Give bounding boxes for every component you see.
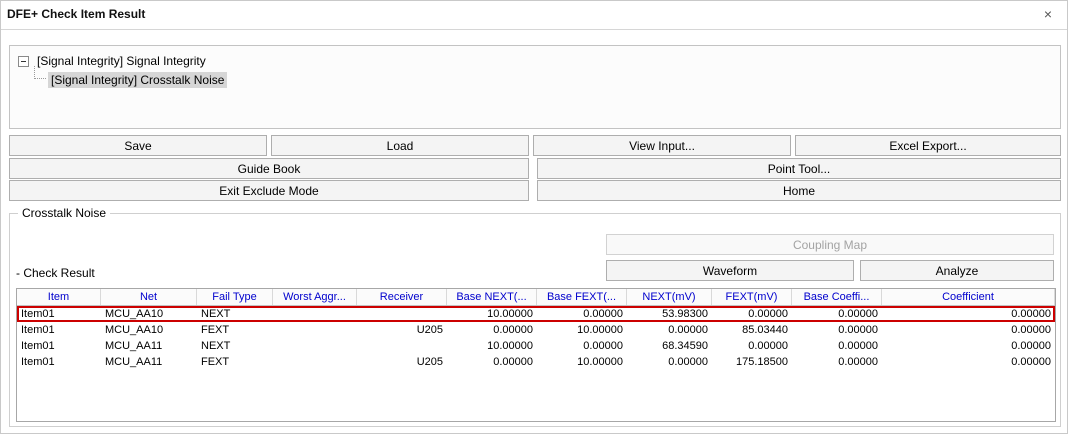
close-button[interactable]: × (1039, 5, 1057, 23)
column-header[interactable]: Fail Type (197, 289, 273, 305)
window-title: DFE+ Check Item Result (7, 7, 145, 21)
analyze-button[interactable]: Analyze (860, 260, 1054, 281)
collapse-icon[interactable] (18, 56, 29, 67)
column-header[interactable]: Base FEXT(... (537, 289, 627, 305)
table-cell: U205 (357, 322, 447, 338)
table-cell: 85.03440 (712, 322, 792, 338)
table-cell: MCU_AA11 (101, 354, 197, 370)
column-header[interactable]: Coefficient (882, 289, 1055, 305)
crosstalk-noise-group: Crosstalk Noise Coupling Map Waveform An… (9, 213, 1061, 427)
home-button[interactable]: Home (537, 180, 1061, 201)
exit-exclude-mode-button[interactable]: Exit Exclude Mode (9, 180, 529, 201)
point-tool-button[interactable]: Point Tool... (537, 158, 1061, 179)
table-cell: FEXT (197, 354, 273, 370)
title-separator (1, 29, 1067, 30)
table-cell: Item01 (17, 322, 101, 338)
tree-panel: [Signal Integrity] Signal Integrity [Sig… (9, 45, 1061, 129)
table-cell: 10.00000 (447, 306, 537, 322)
excel-export-button[interactable]: Excel Export... (795, 135, 1061, 156)
save-button[interactable]: Save (9, 135, 267, 156)
table-row[interactable]: Item01MCU_AA11FEXTU2050.0000010.000000.0… (17, 354, 1055, 370)
table-cell (273, 354, 357, 370)
table-cell: U205 (357, 354, 447, 370)
table-cell: 0.00000 (882, 322, 1055, 338)
table-cell (357, 338, 447, 354)
table-cell: 0.00000 (447, 322, 537, 338)
column-header[interactable]: Receiver (357, 289, 447, 305)
table-cell: 10.00000 (447, 338, 537, 354)
table-cell: 53.98300 (627, 306, 712, 322)
column-header[interactable]: Net (101, 289, 197, 305)
table-cell: NEXT (197, 338, 273, 354)
table-cell: 0.00000 (792, 306, 882, 322)
table-cell: Item01 (17, 306, 101, 322)
column-header[interactable]: Worst Aggr... (273, 289, 357, 305)
table-cell: FEXT (197, 322, 273, 338)
group-title: Crosstalk Noise (18, 206, 110, 220)
table-cell: MCU_AA11 (101, 338, 197, 354)
table-cell: 175.18500 (712, 354, 792, 370)
column-header[interactable]: Item (17, 289, 101, 305)
table-cell: 0.00000 (792, 322, 882, 338)
table-row[interactable]: Item01MCU_AA11NEXT10.000000.0000068.3459… (17, 338, 1055, 354)
table-cell: 0.00000 (792, 354, 882, 370)
table-cell: 0.00000 (537, 338, 627, 354)
column-header[interactable]: Base NEXT(... (447, 289, 537, 305)
table-cell: 0.00000 (882, 338, 1055, 354)
title-bar: DFE+ Check Item Result × (1, 1, 1067, 27)
coupling-map-button[interactable]: Coupling Map (606, 234, 1054, 255)
table-header: ItemNetFail TypeWorst Aggr...ReceiverBas… (17, 289, 1055, 306)
table-cell: 0.00000 (627, 354, 712, 370)
table-cell: 0.00000 (627, 322, 712, 338)
table-cell: 68.34590 (627, 338, 712, 354)
tree-connector (34, 66, 46, 79)
table-cell: 0.00000 (792, 338, 882, 354)
table-cell: 0.00000 (537, 306, 627, 322)
table-cell: 0.00000 (447, 354, 537, 370)
waveform-button[interactable]: Waveform (606, 260, 854, 281)
table-cell: MCU_AA10 (101, 306, 197, 322)
table-row[interactable]: Item01MCU_AA10FEXTU2050.0000010.000000.0… (17, 322, 1055, 338)
check-result-table: ItemNetFail TypeWorst Aggr...ReceiverBas… (16, 288, 1056, 422)
table-cell: 0.00000 (712, 338, 792, 354)
guide-book-button[interactable]: Guide Book (9, 158, 529, 179)
tree-item-crosstalk-noise[interactable]: [Signal Integrity] Crosstalk Noise (48, 72, 227, 88)
table-row[interactable]: Item01MCU_AA10NEXT10.000000.0000053.9830… (17, 306, 1055, 322)
dialog-window: DFE+ Check Item Result × [Signal Integri… (0, 0, 1068, 434)
tree-child-row: [Signal Integrity] Crosstalk Noise (48, 73, 1052, 87)
load-button[interactable]: Load (271, 135, 529, 156)
table-cell (357, 306, 447, 322)
table-cell: 0.00000 (882, 354, 1055, 370)
table-cell (273, 338, 357, 354)
view-input-button[interactable]: View Input... (533, 135, 791, 156)
check-result-label: - Check Result (16, 266, 95, 280)
table-cell: 0.00000 (882, 306, 1055, 322)
column-header[interactable]: FEXT(mV) (712, 289, 792, 305)
column-header[interactable]: NEXT(mV) (627, 289, 712, 305)
table-cell: 10.00000 (537, 322, 627, 338)
table-cell: 10.00000 (537, 354, 627, 370)
table-cell: 0.00000 (712, 306, 792, 322)
table-cell (273, 322, 357, 338)
table-cell: MCU_AA10 (101, 322, 197, 338)
column-header[interactable]: Base Coeffi... (792, 289, 882, 305)
table-cell: Item01 (17, 338, 101, 354)
tree-root-row: [Signal Integrity] Signal Integrity (18, 53, 1052, 69)
table-cell: NEXT (197, 306, 273, 322)
table-cell: Item01 (17, 354, 101, 370)
table-body: Item01MCU_AA10NEXT10.000000.0000053.9830… (17, 306, 1055, 370)
table-cell (273, 306, 357, 322)
tree-item-signal-integrity[interactable]: [Signal Integrity] Signal Integrity (34, 53, 209, 69)
